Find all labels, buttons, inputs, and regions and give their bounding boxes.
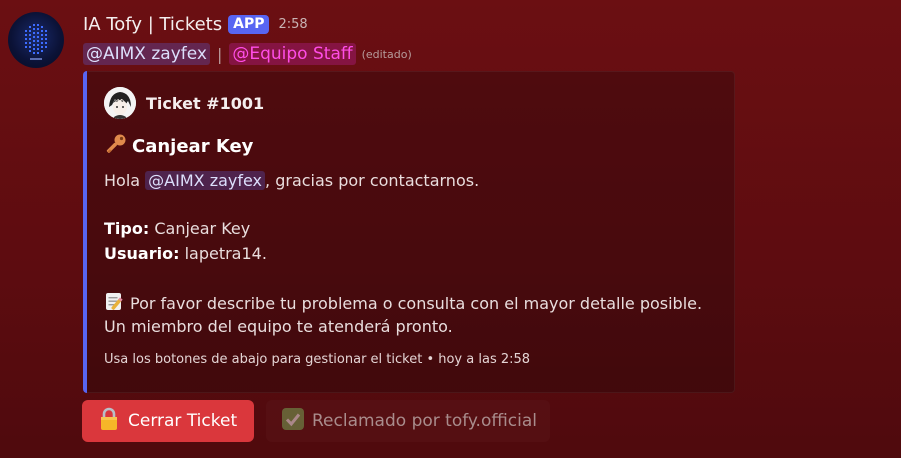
embed-accent-bar	[83, 71, 87, 393]
greeting-suffix: , gracias por contactarnos.	[265, 171, 480, 190]
memo-icon	[104, 291, 125, 316]
usuario-line: Usuario: lapetra14.	[104, 244, 267, 263]
instructions-text-2: Un miembro del equipo te atenderá pronto…	[104, 317, 453, 336]
separator: |	[216, 44, 223, 64]
embed-title: Canjear Key	[104, 132, 253, 160]
bot-username[interactable]: IA Tofy | Tickets	[83, 14, 222, 35]
user-mention[interactable]: @AIMX zayfex	[83, 43, 210, 65]
tipo-value: Canjear Key	[154, 219, 251, 238]
tipo-line: Tipo: Canjear Key	[104, 219, 250, 238]
instructions-line-1: Por favor describe tu problema o consult…	[104, 291, 702, 316]
key-icon	[104, 132, 128, 160]
usuario-value: lapetra14.	[184, 244, 267, 263]
check-icon	[281, 407, 305, 435]
usuario-label: Usuario:	[104, 244, 180, 263]
claimed-label: Reclamado por tofy.official	[312, 411, 537, 431]
embed-author: Ticket #1001	[104, 87, 264, 119]
claimed-button[interactable]: Reclamado por tofy.official	[266, 400, 550, 442]
instructions-line-2: Un miembro del equipo te atenderá pronto…	[104, 317, 453, 336]
author-avatar	[104, 87, 136, 119]
lock-icon	[98, 407, 120, 435]
ticket-number: Ticket #1001	[146, 93, 265, 113]
close-ticket-label: Cerrar Ticket	[128, 411, 238, 431]
ticket-embed: Ticket #1001 Canjear Key Hola @AIMX zayf…	[83, 71, 735, 393]
app-badge: APP	[228, 14, 270, 34]
greeting-line: Hola @AIMX zayfex, gracias por contactar…	[104, 171, 479, 190]
message-header: IA Tofy | Tickets APP 2:58	[83, 12, 308, 36]
role-mention[interactable]: @Equipo Staff	[229, 43, 356, 65]
embed-title-text: Canjear Key	[132, 135, 254, 157]
bot-avatar[interactable]	[8, 12, 64, 68]
greeting-prefix: Hola	[104, 171, 141, 190]
tipo-label: Tipo:	[104, 219, 150, 238]
greeting-user-mention[interactable]: @AIMX zayfex	[145, 171, 266, 190]
edited-label: (editado)	[361, 47, 412, 61]
close-ticket-button[interactable]: Cerrar Ticket	[82, 400, 254, 442]
instructions-text-1: Por favor describe tu problema o consult…	[130, 294, 703, 313]
message-content: @AIMX zayfex | @Equipo Staff (editado)	[83, 41, 412, 67]
embed-footer: Usa los botones de abajo para gestionar …	[104, 352, 531, 367]
message-timestamp[interactable]: 2:58	[278, 17, 307, 32]
